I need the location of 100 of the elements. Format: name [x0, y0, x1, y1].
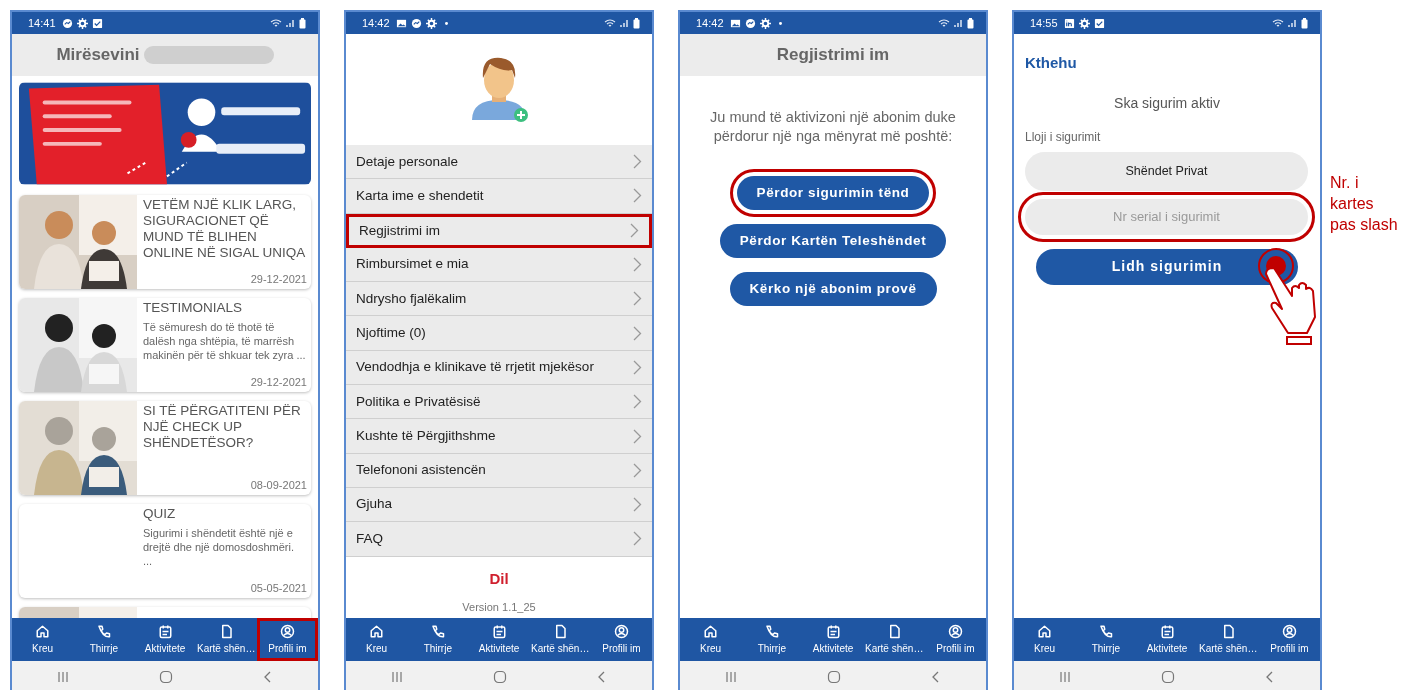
nav-tab[interactable]: Aktivitete	[134, 618, 196, 661]
calendar-icon	[1159, 623, 1175, 639]
back-icon[interactable]	[263, 670, 273, 683]
option-button[interactable]: Kërko një abonim provë	[729, 272, 937, 306]
link-insurance-button[interactable]: Lidh sigurimin	[1036, 248, 1298, 285]
chevron-right-icon	[633, 462, 642, 478]
news-card[interactable]: TESTIMONIALS Të sëmuresh do të thotë të dalësh nga shtëpia, të marrësh makinën për të shkuar tek zyra ... 29-12-2021	[19, 298, 311, 392]
version-text: Version 1.1_25	[461, 600, 537, 616]
battery-icon	[299, 17, 306, 29]
home-icon	[35, 623, 51, 639]
home-icon	[1037, 623, 1053, 639]
option-button[interactable]: Përdor Kartën Teleshëndet	[719, 224, 947, 258]
battery-icon	[967, 17, 974, 29]
phone-icon	[1098, 623, 1114, 639]
nav-tab[interactable]: Thirrje	[741, 618, 803, 661]
chevron-right-icon	[633, 291, 642, 307]
menu-item[interactable]: Vendodhja e klinikave të rrjetit mjekësor	[346, 350, 652, 386]
signal-icon	[620, 18, 629, 28]
nav-tab[interactable]: Kreu	[680, 618, 742, 661]
insurance-type-select[interactable]: Shëndet Privat	[1025, 151, 1308, 191]
nav-tab[interactable]: Kartë shën…	[1197, 618, 1259, 661]
nav-tab[interactable]: Kreu	[1014, 618, 1076, 661]
messenger-icon	[744, 17, 756, 29]
user-icon	[1281, 623, 1297, 639]
home-button-icon[interactable]	[1161, 669, 1175, 684]
signal-icon	[1288, 18, 1297, 28]
card-excerpt: Sigurimi i shëndetit është një e drejtë dhe një domosdoshmëri. ...	[143, 526, 296, 568]
card-title: SI TË PËRGATITENI PËR NJË CHECK UP SHËNDETËSOR?	[143, 403, 302, 451]
status-time: 14:42	[362, 15, 390, 31]
home-button-icon[interactable]	[159, 669, 173, 684]
welcome-title: Mirësevini	[56, 44, 140, 67]
menu-item[interactable]: Telefononi asistencën	[346, 453, 652, 488]
status-time: 14:55	[1030, 15, 1058, 31]
wifi-icon	[938, 18, 950, 28]
nav-tab[interactable]: Kartë shën…	[529, 618, 591, 661]
field-label: Lloji i sigurimit	[1025, 128, 1102, 146]
back-link[interactable]: Kthehu	[1025, 52, 1077, 75]
signal-icon	[954, 18, 963, 28]
nav-tab[interactable]: Thirrje	[73, 618, 135, 661]
menu-item[interactable]: Kushte të Përgjithshme	[346, 419, 652, 454]
nav-tab[interactable]: Kartë shën…	[863, 618, 925, 661]
recent-apps-icon[interactable]	[725, 670, 737, 683]
menu-item[interactable]: Rimbursimet e mia	[346, 247, 652, 283]
signal-icon	[286, 18, 295, 28]
nav-tab[interactable]: Profili im	[924, 618, 986, 661]
back-icon[interactable]	[597, 670, 607, 683]
wifi-icon	[604, 18, 616, 28]
menu-item[interactable]: Regjistrimi im	[346, 213, 652, 248]
card-title: QUIZ	[143, 506, 177, 522]
recent-apps-icon[interactable]	[391, 670, 403, 683]
settings-icon	[425, 17, 437, 29]
home-button-icon[interactable]	[493, 669, 507, 684]
chevron-right-icon	[633, 188, 642, 204]
news-card[interactable]: VETËM NJË KLIK LARG, SIGURACIONET QË MUND TË BLIHEN ONLINE NË SIGAL UNIQA 29-12-2021	[19, 195, 311, 289]
menu-item[interactable]: Karta ime e shendetit	[346, 179, 652, 214]
image-icon	[395, 17, 407, 29]
wifi-icon	[1272, 18, 1284, 28]
nav-tab[interactable]: Thirrje	[1075, 618, 1137, 661]
settings-icon	[1078, 17, 1090, 29]
battery-icon	[633, 17, 640, 29]
menu-item[interactable]: Ndrysho fjalëkalim	[346, 282, 652, 317]
chevron-right-icon	[633, 359, 642, 375]
nav-tab[interactable]: Profili im	[590, 618, 652, 661]
nav-tab[interactable]: Aktivitete	[1136, 618, 1198, 661]
card-title: VETËM NJË KLIK LARG, SIGURACIONET QË MUND TË BLIHEN ONLINE NË SIGAL UNIQA	[143, 197, 307, 261]
messenger-icon	[410, 17, 422, 29]
chevron-right-icon	[630, 223, 639, 239]
back-icon[interactable]	[1265, 670, 1275, 683]
menu-item[interactable]: Politika e Privatësisë	[346, 385, 652, 420]
menu-item[interactable]: Gjuha	[346, 487, 652, 523]
menu-item[interactable]: Njoftime (0)	[346, 316, 652, 351]
menu-item[interactable]: Detaje personale	[346, 145, 652, 180]
chevron-right-icon	[633, 154, 642, 170]
nav-tab[interactable]: Kreu	[346, 618, 408, 661]
logout-link[interactable]: Dil	[346, 566, 652, 592]
chevron-right-icon	[633, 257, 642, 273]
card-title: TESTIMONIALS	[143, 300, 243, 316]
settings-icon	[759, 17, 771, 29]
chevron-right-icon	[633, 394, 642, 410]
card-excerpt: Të sëmuresh do të thotë të dalësh nga shtëpia, të marrësh makinën për të shkuar tek zyra ...	[143, 320, 307, 362]
menu-item[interactable]: FAQ	[346, 522, 652, 557]
phone-icon	[764, 623, 780, 639]
home-button-icon[interactable]	[827, 669, 841, 684]
news-card[interactable]: SI TË PËRGATITENI PËR NJË CHECK UP SHËNDETËSOR? 08-09-2021	[19, 401, 311, 495]
recent-apps-icon[interactable]	[1059, 670, 1071, 683]
nav-tab[interactable]: Kartë shën…	[195, 618, 257, 661]
nav-tab[interactable]: Profili im	[1258, 618, 1320, 661]
nav-tab[interactable]: Aktivitete	[468, 618, 530, 661]
nav-tab[interactable]: Thirrje	[407, 618, 469, 661]
page-title: Regjistrimi im	[776, 44, 890, 67]
chevron-right-icon	[633, 325, 642, 341]
news-card[interactable]: QUIZ Sigurimi i shëndetit është një e drejtë dhe një domosdoshmëri. ... 05-05-2021	[19, 504, 311, 598]
phone-icon	[430, 623, 446, 639]
nav-tab[interactable]: Profili im	[256, 618, 318, 661]
recent-apps-icon[interactable]	[57, 670, 69, 683]
nav-tab[interactable]: Kreu	[12, 618, 74, 661]
nav-tab[interactable]: Aktivitete	[802, 618, 864, 661]
card-date: 29-12-2021	[249, 271, 307, 287]
back-icon[interactable]	[931, 670, 941, 683]
settings-icon	[76, 17, 88, 29]
